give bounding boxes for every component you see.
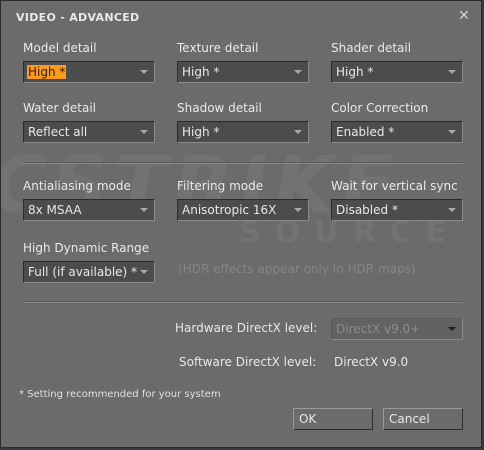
vertical-sync-value: Disabled * [336,203,398,217]
filtering-mode-label: Filtering mode [177,179,264,193]
hdr-label: High Dynamic Range [23,241,150,255]
cancel-button[interactable]: Cancel [383,408,463,430]
cancel-button-label: Cancel [389,412,430,426]
chevron-down-icon[interactable] [140,130,148,134]
chevron-down-icon[interactable] [448,208,456,212]
antialiasing-mode-value: 8x MSAA [28,203,82,217]
texture-detail-label: Texture detail [177,41,259,55]
chevron-down-icon[interactable] [140,270,148,274]
dialog-title: VIDEO - ADVANCED [16,11,140,24]
software-directx-value: DirectX v9.0 [334,355,409,369]
antialiasing-mode-label: Antialiasing mode [23,179,131,193]
chevron-down-icon[interactable] [448,130,456,134]
chevron-down-icon[interactable] [140,70,148,74]
ok-button-label: OK [299,412,317,426]
hardware-directx-combo[interactable]: DirectX v9.0+ [331,318,463,340]
hardware-directx-value: DirectX v9.0+ [336,322,421,336]
ok-button[interactable]: OK [293,408,373,430]
model-detail-combo[interactable]: High * [23,61,155,83]
close-icon[interactable]: ✕ [457,9,471,23]
antialiasing-mode-combo[interactable]: 8x MSAA [23,199,155,221]
divider [23,301,463,303]
water-detail-combo[interactable]: Reflect all [23,121,155,143]
divider [23,162,463,164]
color-correction-label: Color Correction [331,101,429,115]
shadow-detail-label: Shadow detail [177,101,262,115]
hdr-hint: (HDR effects appear only in HDR maps) [178,262,416,276]
texture-detail-combo[interactable]: High * [177,61,309,83]
color-correction-value: Enabled * [336,125,395,139]
chevron-down-icon[interactable] [448,70,456,74]
software-directx-label: Software DirectX level: [179,355,317,369]
recommended-footnote: * Setting recommended for your system [19,389,221,400]
shader-detail-label: Shader detail [331,41,412,55]
chevron-down-icon[interactable] [448,327,456,331]
filtering-mode-combo[interactable]: Anisotropic 16X [177,199,309,221]
shader-detail-combo[interactable]: High * [331,61,463,83]
water-detail-value: Reflect all [28,125,88,139]
title-bar[interactable]: VIDEO - ADVANCED ✕ [1,1,481,33]
chevron-down-icon[interactable] [294,70,302,74]
shadow-detail-combo[interactable]: High * [177,121,309,143]
vertical-sync-combo[interactable]: Disabled * [331,199,463,221]
hdr-combo[interactable]: Full (if available) * [23,261,155,283]
water-detail-label: Water detail [23,101,97,115]
hdr-value: Full (if available) * [28,265,138,279]
color-correction-combo[interactable]: Enabled * [331,121,463,143]
model-detail-value: High * [27,65,67,79]
shader-detail-value: High * [336,65,374,79]
model-detail-label: Model detail [23,41,97,55]
chevron-down-icon[interactable] [294,208,302,212]
video-advanced-dialog: CSTRIKE SOURCE VIDEO - ADVANCED ✕ Model … [0,0,482,448]
shadow-detail-value: High * [182,125,220,139]
filtering-mode-value: Anisotropic 16X [182,203,277,217]
hardware-directx-label: Hardware DirectX level: [175,321,318,335]
texture-detail-value: High * [182,65,220,79]
chevron-down-icon[interactable] [140,208,148,212]
vertical-sync-label: Wait for vertical sync [331,179,458,193]
chevron-down-icon[interactable] [294,130,302,134]
